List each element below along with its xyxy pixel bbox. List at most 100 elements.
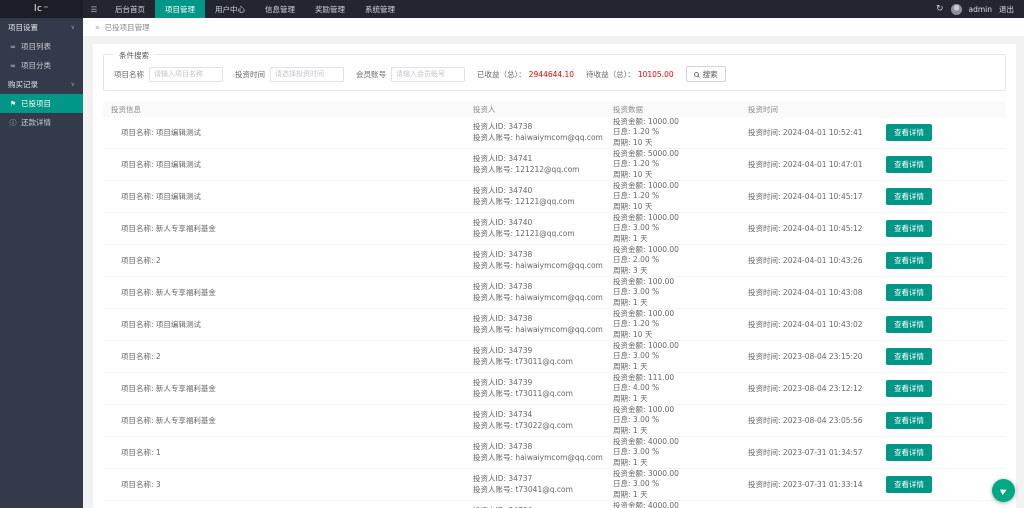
username[interactable]: admin (969, 5, 993, 14)
nav-item-system[interactable]: 系统管理 (355, 0, 405, 18)
period: 1 天 (632, 457, 648, 467)
sidebar-item-invested-projects[interactable]: ⚑ 已投项目 (0, 94, 83, 113)
invest-time: 2023-07-31 01:33:14 (782, 480, 863, 489)
view-details-button[interactable]: 查看详情 (886, 124, 932, 141)
period: 1 天 (632, 425, 648, 435)
cell-actions: 查看详情 (878, 124, 1006, 141)
floating-chat-button[interactable] (992, 479, 1015, 502)
invest-time-input[interactable] (270, 66, 344, 82)
pending-total: 待收益（总）： 10105.00 (586, 69, 674, 79)
project-name-input[interactable] (149, 66, 223, 82)
nav-item-projects[interactable]: 项目管理 (155, 0, 205, 18)
sidebar-item-project-list[interactable]: ∞ 项目列表 (0, 37, 83, 56)
breadcrumb-prefix-icon: » (95, 22, 100, 32)
cell-project: 项目名称: 新人专享福利基金 (121, 416, 216, 425)
cell-investor: 投资人ID: 34739 投资人账号: t73011@q.com (473, 378, 573, 398)
table-row: 项目名称: 项目编辑测试 投资人ID: 34741 投资人账号: 121212@… (103, 149, 1006, 181)
view-details-button[interactable]: 查看详情 (886, 316, 932, 333)
cell-actions: 查看详情 (878, 156, 1006, 173)
view-details-button[interactable]: 查看详情 (886, 156, 932, 173)
investor-account: haiwaiymcom@qq.com (515, 260, 603, 270)
cell-project: 项目名称: 项目编辑测试 (121, 320, 201, 329)
invest-time: 2023-08-04 23:15:20 (782, 352, 863, 361)
period: 1 天 (632, 361, 648, 371)
sidebar-group-project-settings[interactable]: 项目设置 ∨ (0, 18, 83, 37)
invest-amount: 1000.00 (647, 180, 679, 190)
view-details-button[interactable]: 查看详情 (886, 412, 932, 429)
cell-invest-data: 投资金额: 1000.00 日息: 3.00 % 周期: 1 天 (613, 340, 679, 371)
table-body: 项目名称: 项目编辑测试 投资人ID: 34738 投资人账号: haiwaiy… (103, 117, 1006, 508)
cell-project: 项目名称: 新人专享福利基金 (121, 288, 216, 297)
daily-rate: 4.00 % (632, 383, 660, 393)
investor-account: haiwaiymcom@qq.com (515, 324, 603, 334)
investor-account: 121212@qq.com (515, 164, 580, 174)
view-details-button[interactable]: 查看详情 (886, 476, 932, 493)
cell-actions: 查看详情 (878, 252, 1006, 269)
invest-amount: 1000.00 (647, 340, 679, 350)
refresh-icon[interactable]: ↻ (936, 4, 944, 14)
cell-invest-data: 投资金额: 111.00 日息: 4.00 % 周期: 1 天 (613, 372, 675, 403)
header-invest-data: 投资数据 (613, 104, 643, 114)
cell-project: 项目名称: 新人专享福利基金 (121, 224, 216, 233)
nav-item-rewards[interactable]: 奖励管理 (305, 0, 355, 18)
info-icon: ⓘ (9, 118, 17, 127)
view-details-button[interactable]: 查看详情 (886, 444, 932, 461)
invest-time: 2024-04-01 10:43:26 (782, 256, 863, 265)
table-row: 项目名称: 1 投资人ID: 34738 投资人账号: haiwaiymcom@… (103, 437, 1006, 469)
nav-item-info[interactable]: 信息管理 (255, 0, 305, 18)
investor-id: 34737 (508, 474, 533, 483)
menu-icon[interactable]: ☰ (83, 0, 105, 18)
link-icon: ∞ (10, 42, 16, 51)
cell-project: 项目名称: 项目编辑测试 (121, 192, 201, 201)
table-row: 项目名称: 新人专享福利基金 投资人ID: 34739 投资人账号: t7301… (103, 373, 1006, 405)
daily-rate: 1.20 % (632, 319, 660, 329)
nav-item-users[interactable]: 用户中心 (205, 0, 255, 18)
cell-invest-time: 投资时间: 2023-07-31 01:34:57 (748, 448, 863, 457)
cell-investor: 投资人ID: 34738 投资人账号: haiwaiymcom@qq.com (473, 282, 603, 302)
period: 1 天 (632, 489, 648, 499)
search-button[interactable]: 搜索 (685, 66, 726, 82)
table-row: 项目名称: 3 投资人ID: 34737 投资人账号: t73041@q.com… (103, 469, 1006, 501)
sidebar-item-repayment-details[interactable]: ⓘ 还款详情 (0, 113, 83, 132)
view-details-button[interactable]: 查看详情 (886, 284, 932, 301)
member-account-input[interactable] (391, 66, 465, 82)
daily-rate: 3.00 % (632, 223, 660, 233)
invest-amount: 1000.00 (647, 212, 679, 222)
table-row: 项目名称: 项目编辑测试 投资人ID: 34738 投资人账号: haiwaiy… (103, 309, 1006, 341)
investor-account: haiwaiymcom@qq.com (515, 452, 603, 462)
pending-total-value: 10105.00 (637, 69, 674, 79)
search-panel-legend: 条件搜索 (114, 50, 154, 61)
nav-item-home[interactable]: 后台首页 (105, 0, 155, 18)
view-details-button[interactable]: 查看详情 (886, 380, 932, 397)
user-avatar[interactable] (950, 3, 962, 15)
view-details-button[interactable]: 查看详情 (886, 220, 932, 237)
sidebar-group-purchase-records[interactable]: 购买记录 ∨ (0, 75, 83, 94)
cell-invest-data: 投资金额: 5000.00 日息: 1.20 % 周期: 10 天 (613, 148, 679, 179)
cell-investor: 投资人ID: 34740 投资人账号: 12121@qq.com (473, 218, 575, 238)
paper-plane-icon (1000, 486, 1008, 495)
cell-invest-data: 投资金额: 100.00 日息: 3.00 % 周期: 1 天 (613, 404, 675, 435)
table-row: 项目名称: 新人专享福利基金 投资人ID: 34740 投资人账号: 12121… (103, 213, 1006, 245)
cell-project: 项目名称: 1 (121, 448, 161, 457)
logout-button[interactable]: 退出 (999, 4, 1014, 15)
cell-invest-data: 投资金额: 1000.00 日息: 3.00 % 周期: 1 天 (613, 212, 679, 243)
cell-investor: 投资人ID: 34740 投资人账号: 12121@qq.com (473, 186, 575, 206)
view-details-button[interactable]: 查看详情 (886, 188, 932, 205)
project-name: 1 (155, 448, 161, 457)
investor-id: 34739 (508, 346, 533, 355)
daily-rate: 3.00 % (632, 415, 660, 425)
period: 3 天 (632, 265, 648, 275)
invested-projects-table: 投资信息 投资人 投资数据 投资时间 项目名称: 项目编辑测试 投资人ID: 3… (103, 101, 1006, 508)
invest-amount: 3000.00 (647, 468, 679, 478)
topbar-right: ↻ admin 退出 (936, 0, 1024, 18)
cell-invest-time: 投资时间: 2024-04-01 10:45:17 (748, 192, 863, 201)
cell-investor: 投资人ID: 34738 投资人账号: haiwaiymcom@qq.com (473, 122, 603, 142)
investor-account: haiwaiymcom@qq.com (515, 132, 603, 142)
sidebar-item-project-category[interactable]: ∞ 项目分类 (0, 56, 83, 75)
cell-project: 项目名称: 项目编辑测试 (121, 160, 201, 169)
view-details-button[interactable]: 查看详情 (886, 348, 932, 365)
search-panel: 条件搜索 项目名称 投资时间 会员账号 已收益（总）： 2944644.10 待… (103, 50, 1006, 91)
daily-rate: 1.20 % (632, 159, 660, 169)
view-details-button[interactable]: 查看详情 (886, 252, 932, 269)
invest-amount: 5000.00 (647, 148, 679, 158)
